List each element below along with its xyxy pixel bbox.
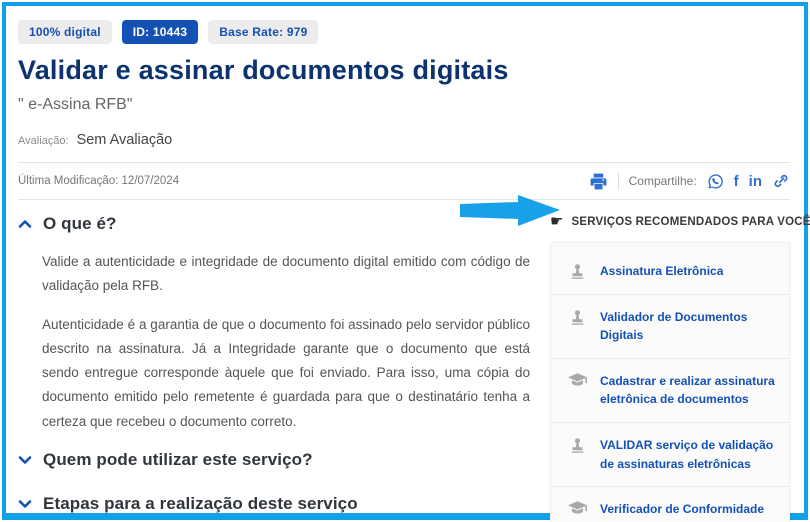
last-modified: Última Modificação: 12/07/2024 xyxy=(18,175,180,187)
chevron-down-icon xyxy=(18,499,32,509)
rating-label: Avaliação: xyxy=(18,135,69,147)
main-area: O que é? Valide a autenticidade e integr… xyxy=(18,200,810,522)
screenshot-highlight-frame: 100% digital ID: 10443 Base Rate: 979 Va… xyxy=(2,2,810,522)
chevron-down-icon xyxy=(18,455,32,465)
section-title: O que é? xyxy=(43,214,117,233)
section-title: Quem pode utilizar este serviço? xyxy=(43,450,313,470)
facebook-icon[interactable]: f xyxy=(734,174,739,189)
share-label: Compartilhe: xyxy=(628,174,697,188)
recommended-item[interactable]: Assinatura Eletrônica xyxy=(551,249,789,294)
recommended-item-label: Assinatura Eletrônica xyxy=(600,264,724,278)
page-title: Validar e assinar documentos digitais xyxy=(18,55,509,85)
badge-row: 100% digital ID: 10443 Base Rate: 979 xyxy=(18,20,790,44)
rating-value: Sem Avaliação xyxy=(76,132,173,148)
accordion-column: O que é? Valide a autenticidade e integr… xyxy=(18,200,550,522)
pointing-hand-icon: ☛ xyxy=(550,212,564,230)
print-icon[interactable] xyxy=(589,172,608,191)
linkedin-icon[interactable]: in xyxy=(749,174,762,189)
stamp-icon xyxy=(567,437,587,454)
graduation-cap-icon xyxy=(567,373,587,387)
share-area: Compartilhe: f in xyxy=(589,172,790,191)
paragraph: Valide a autenticidade e integridade de … xyxy=(42,254,530,294)
recommended-item-label: Verificador de Conformidade de Assinatur… xyxy=(600,502,765,522)
section-body: Valide a autenticidade e integridade de … xyxy=(42,250,530,434)
vertical-separator xyxy=(617,172,619,190)
recommended-panel: Assinatura Eletrônica Validador de Docum… xyxy=(550,242,790,522)
paragraph: Autenticidade é a garantia de que o docu… xyxy=(42,316,530,429)
page-subtitle: " e-Assina RFB" xyxy=(18,96,133,113)
recommended-item[interactable]: Cadastrar e realizar assinatura eletrôni… xyxy=(551,357,789,422)
service-page: 100% digital ID: 10443 Base Rate: 979 Va… xyxy=(6,6,810,522)
rating-row: Avaliação: Sem Avaliação xyxy=(18,132,790,148)
stamp-icon xyxy=(567,263,587,280)
meta-row: Última Modificação: 12/07/2024 Compartil… xyxy=(18,163,790,199)
recommended-title: SERVIÇOS RECOMENDADOS PARA VOCÊ xyxy=(571,215,810,228)
recommended-item-label: VALIDAR serviço de validação de assinatu… xyxy=(600,437,774,471)
whatsapp-icon[interactable] xyxy=(707,173,724,190)
accordion-section-o-que-e[interactable]: O que é? xyxy=(18,214,530,234)
collapsed-sections: Quem pode utilizar este serviço? Etapas … xyxy=(18,450,530,522)
share-icons: f in xyxy=(707,172,790,190)
chevron-up-icon xyxy=(18,219,32,229)
accordion-section-quem-pode[interactable]: Quem pode utilizar este serviço? xyxy=(18,450,530,470)
recommended-item[interactable]: VALIDAR serviço de validação de assinatu… xyxy=(551,421,789,486)
accordion-section-etapas[interactable]: Etapas para a realização deste serviço xyxy=(18,494,530,514)
recommended-item[interactable]: Verificador de Conformidade de Assinatur… xyxy=(551,486,789,522)
recommended-header: ☛ SERVIÇOS RECOMENDADOS PARA VOCÊ xyxy=(550,212,810,230)
badge-digital: 100% digital xyxy=(18,20,112,44)
recommended-item[interactable]: Validador de Documentos Digitais xyxy=(551,293,789,358)
stamp-icon xyxy=(567,309,587,326)
recommended-column: ☛ SERVIÇOS RECOMENDADOS PARA VOCÊ Assina… xyxy=(550,200,810,522)
recommended-item-label: Cadastrar e realizar assinatura eletrôni… xyxy=(600,373,775,407)
badge-base-rate: Base Rate: 979 xyxy=(208,20,319,44)
section-title: Etapas para a realização deste serviço xyxy=(43,494,358,514)
link-icon[interactable] xyxy=(772,172,790,190)
recommended-item-label: Validador de Documentos Digitais xyxy=(600,309,748,343)
graduation-cap-icon xyxy=(567,501,587,515)
badge-id: ID: 10443 xyxy=(121,20,199,44)
